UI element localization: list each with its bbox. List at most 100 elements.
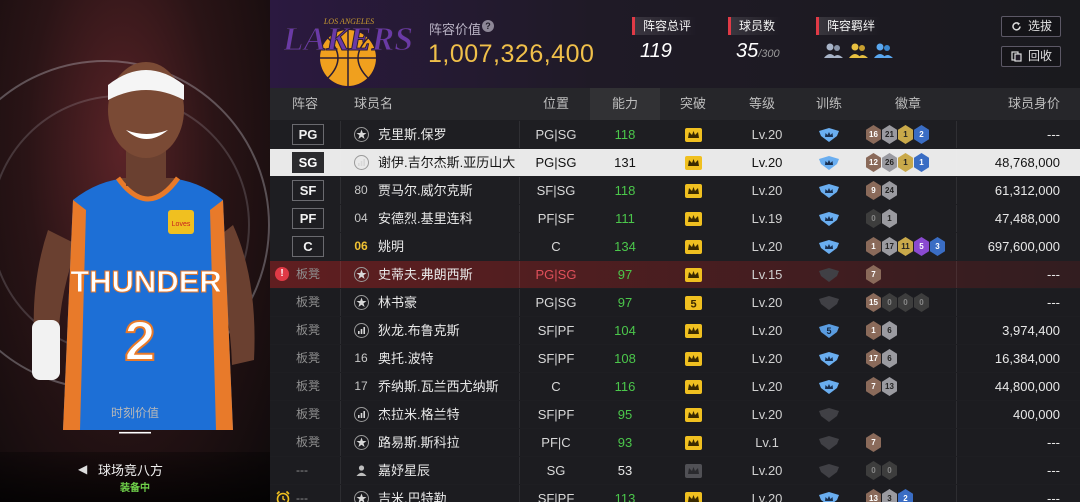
player-name[interactable]: 克里斯.保罗: [378, 121, 447, 148]
player-name[interactable]: 杰拉米.格兰特: [378, 401, 460, 428]
role-badge: SF: [292, 180, 324, 201]
table-row[interactable]: PF 04 安德烈.基里连科 PF|SF 111 Lv.19 0 1 47,488,000: [270, 205, 1080, 232]
recycle-button-label: 回收: [1028, 49, 1053, 63]
table-row[interactable]: 板凳 17 乔纳斯.瓦兰西尤纳斯 C 116 Lv.20 7 13 44,800,000: [270, 373, 1080, 400]
col-breakthrough[interactable]: 突破: [660, 88, 726, 120]
team-bond-icon-gold[interactable]: [848, 41, 869, 60]
row-divider: [340, 177, 341, 204]
player-count-label: 球员数: [728, 17, 782, 35]
table-row[interactable]: 板凳 路易斯.斯科拉 PF|C 93 Lv.1 7 ---: [270, 429, 1080, 456]
table-row[interactable]: 板凳 狄龙.布鲁克斯 SF|PF 104 Lv.20 5 1 6 3,974,400: [270, 317, 1080, 344]
table-header: 阵容 球员名 位置 能力 突破 等级 训练 徽章 球员身价: [270, 88, 1080, 120]
badge-icon: 3: [930, 237, 945, 256]
stats-bars-icon: [354, 323, 369, 338]
row-divider: [340, 205, 341, 232]
player-name[interactable]: 嘉妤星辰: [378, 457, 430, 484]
player-name[interactable]: 奥托.波特: [378, 345, 434, 372]
table-row[interactable]: C 06 姚明 C 134 Lv.20 1 17 11 5 3 697,600,000: [270, 233, 1080, 260]
select-button[interactable]: 选拔: [1001, 16, 1061, 37]
training-crown-icon: [819, 352, 839, 366]
col-badges[interactable]: 徽章: [866, 88, 950, 120]
row-divider: [340, 233, 341, 260]
table-row[interactable]: PG 克里斯.保罗 PG|SG 118 Lv.20 16 21 1 2 ---: [270, 121, 1080, 148]
player-name[interactable]: 史蒂夫.弗朗西斯: [378, 261, 473, 288]
badge-icon: 0: [866, 461, 881, 480]
recycle-button[interactable]: 回收: [1001, 46, 1061, 67]
jersey-number: 06: [354, 239, 368, 253]
bond-icons[interactable]: [823, 41, 894, 60]
player-level: Lv.20: [751, 379, 783, 394]
table-row[interactable]: --- 嘉妤星辰 SG 53 Lv.20 0 0 ---: [270, 457, 1080, 484]
col-training[interactable]: 训练: [796, 88, 862, 120]
player-name[interactable]: 狄龙.布鲁克斯: [378, 317, 460, 344]
row-divider: [340, 345, 341, 372]
badge-icon: 2: [914, 125, 929, 144]
role-bench: 板凳: [296, 435, 321, 449]
table-row[interactable]: --- 吉米.巴特勒 SF|PF 113 Lv.20 13 3 2 ---: [270, 485, 1080, 502]
player-level: Lv.19: [751, 211, 783, 226]
row-divider: [340, 401, 341, 428]
row-divider: [956, 485, 957, 502]
badge-icon: 1: [866, 321, 881, 340]
jersey-number: 80: [354, 183, 368, 197]
player-value: 61,312,000: [994, 183, 1060, 198]
row-divider: [956, 317, 957, 344]
player-name[interactable]: 林书豪: [378, 289, 417, 316]
team-bond-icon-blue[interactable]: [873, 41, 894, 60]
table-row[interactable]: 板凳 林书豪 PG|SG 97 5 Lv.20 15 0 0 0 ---: [270, 289, 1080, 316]
player-level: Lv.20: [751, 491, 783, 502]
col-role[interactable]: 阵容: [270, 88, 340, 120]
breakthrough-crown-icon: [685, 184, 702, 198]
badge-icon: 1: [914, 153, 929, 172]
player-name[interactable]: 谢伊.吉尔杰斯.亚历山大: [378, 149, 515, 176]
team-logo-text: LAKERS: [284, 21, 413, 58]
col-position[interactable]: 位置: [520, 88, 592, 120]
player-ability: 118: [614, 183, 636, 198]
player-level: Lv.20: [751, 463, 783, 478]
table-row[interactable]: 板凳 16 奥托.波特 SF|PF 108 Lv.20 17 6 16,384,000: [270, 345, 1080, 372]
player-value: 16,384,000: [994, 351, 1060, 366]
court-name[interactable]: 球场竞八方: [98, 460, 163, 479]
row-divider: [956, 121, 957, 148]
lineup-header: LOS ANGELES LAKERS 阵容价值 ? 1,007,326,400 …: [270, 0, 1080, 88]
player-count-value: 35: [736, 40, 759, 62]
row-divider: [956, 401, 957, 428]
role-bench: 板凳: [296, 351, 321, 365]
player-name[interactable]: 吉米.巴特勒: [378, 485, 447, 502]
player-name[interactable]: 贾马尔.威尔克斯: [378, 177, 473, 204]
breakthrough-crown-icon: [685, 352, 702, 366]
table-row[interactable]: SF 80 贾马尔.威尔克斯 SF|SG 118 Lv.20 9 24 61,312,000: [270, 177, 1080, 204]
role-badge: PF: [292, 208, 324, 229]
player-name[interactable]: 安德烈.基里连科: [378, 205, 473, 232]
row-divider: [956, 205, 957, 232]
badge-list: 16: [866, 321, 897, 340]
arrow-left-icon[interactable]: ◀: [78, 462, 87, 476]
player-name[interactable]: 姚明: [378, 233, 404, 260]
badge-list: 7: [866, 265, 881, 284]
breakthrough-crown-icon: [685, 240, 702, 254]
role-bench: 板凳: [296, 323, 321, 337]
player-value: 44,800,000: [994, 379, 1060, 394]
team-bond-icon-silver[interactable]: [823, 41, 844, 60]
player-name[interactable]: 乔纳斯.瓦兰西尤纳斯: [378, 373, 499, 400]
breakthrough-crown-icon: [685, 408, 702, 422]
badge-icon: 17: [882, 237, 897, 256]
col-value[interactable]: 球员身价: [960, 88, 1060, 120]
row-divider: [956, 177, 957, 204]
star-icon: [354, 267, 369, 282]
table-row[interactable]: SG 谢伊.吉尔杰斯.亚历山大 PG|SG 131 Lv.20 12 26 1 1 48,768,…: [270, 149, 1080, 176]
col-level[interactable]: 等级: [730, 88, 794, 120]
player-position: SF|PF: [537, 407, 575, 422]
alert-icon[interactable]: !: [275, 267, 289, 281]
table-row[interactable]: ! 板凳 史蒂夫.弗朗西斯 PG|SG 97 Lv.15 7 ---: [270, 261, 1080, 288]
player-level: Lv.15: [751, 267, 783, 282]
player-portrait: Loves THUNDER 2: [32, 62, 255, 430]
breakthrough-crown-icon: [685, 492, 702, 502]
col-name[interactable]: 球员名: [354, 88, 474, 120]
row-divider: [956, 149, 957, 176]
col-ability[interactable]: 能力: [590, 88, 660, 120]
table-row[interactable]: 板凳 杰拉米.格兰特 SF|PF 95 Lv.20 400,000: [270, 401, 1080, 428]
player-name[interactable]: 路易斯.斯科拉: [378, 429, 460, 456]
breakthrough-crown-icon: [685, 380, 702, 394]
help-icon[interactable]: ?: [482, 20, 494, 32]
